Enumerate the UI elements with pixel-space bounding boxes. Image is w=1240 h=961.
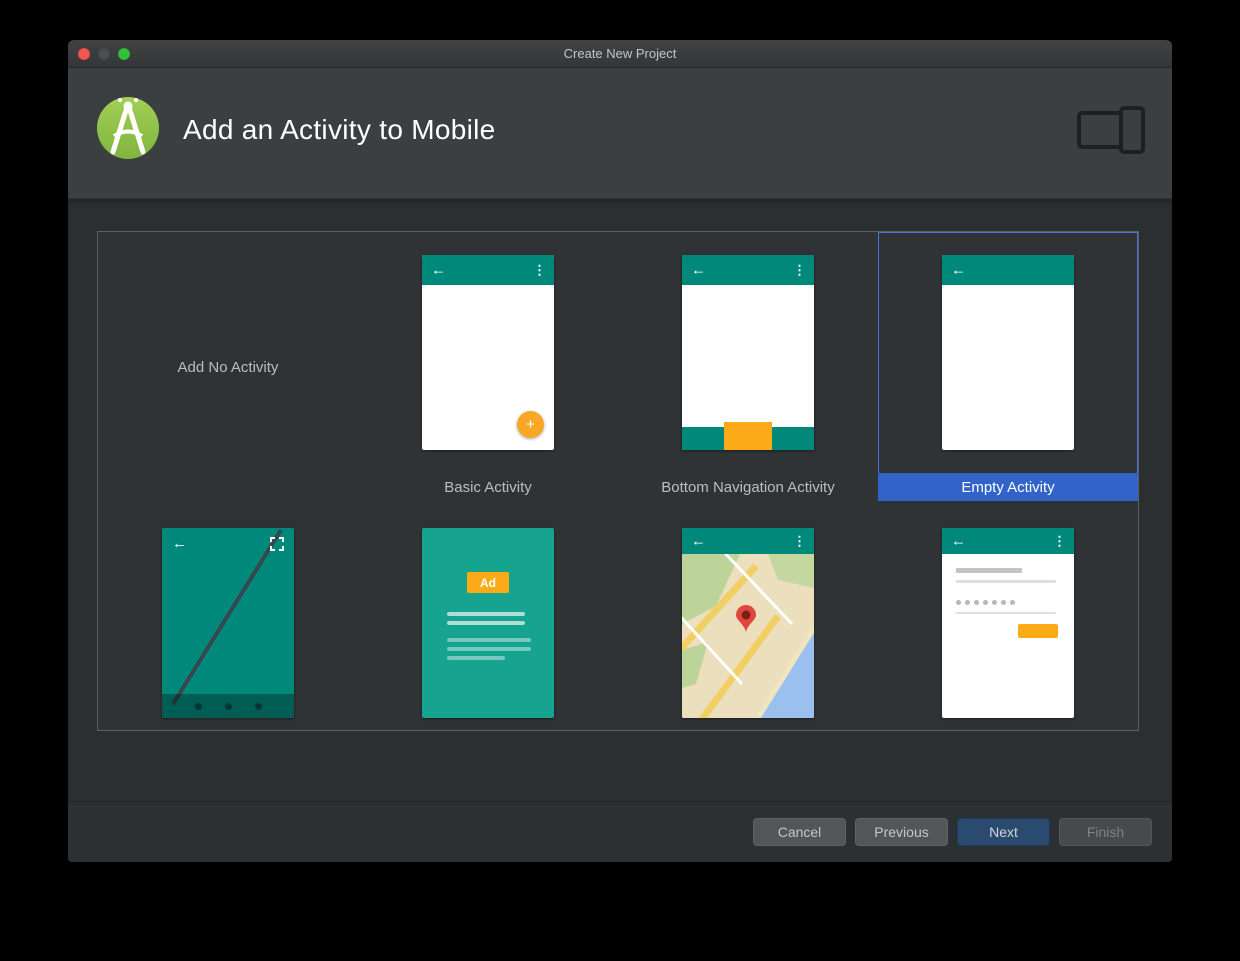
activity-gallery: Add No Activity ← ⋮ + Basic Activity bbox=[97, 231, 1139, 731]
nav-dot bbox=[255, 703, 262, 710]
thumb-system-navbar bbox=[162, 694, 294, 718]
placeholder-line bbox=[447, 656, 505, 660]
template-label: Basic Activity bbox=[444, 479, 532, 496]
nav-dot bbox=[225, 703, 232, 710]
close-window-button[interactable] bbox=[78, 48, 90, 60]
basic-activity-thumbnail: ← ⋮ + bbox=[422, 255, 554, 450]
placeholder-line bbox=[956, 612, 1056, 614]
nav-dot bbox=[195, 703, 202, 710]
fullscreen-activity-thumbnail: ← bbox=[162, 528, 294, 718]
placeholder-line bbox=[447, 647, 531, 651]
template-add-no-activity[interactable]: Add No Activity bbox=[98, 232, 358, 501]
placeholder-line bbox=[447, 612, 525, 616]
template-label: Add No Activity bbox=[178, 359, 279, 376]
overflow-menu-icon: ⋮ bbox=[1053, 535, 1066, 548]
window-title: Create New Project bbox=[564, 46, 677, 61]
next-button[interactable]: Next bbox=[957, 818, 1050, 846]
overflow-menu-icon: ⋮ bbox=[793, 264, 806, 277]
template-bottom-navigation-activity[interactable]: ← ⋮ Bottom Navigation Activity bbox=[618, 232, 878, 501]
thumb-appbar: ← ⋮ bbox=[682, 255, 814, 285]
template-empty-activity[interactable]: ← Empty Activity bbox=[878, 232, 1138, 501]
template-fullscreen-activity[interactable]: ← bbox=[98, 501, 358, 730]
mobile-tablet-icon bbox=[1076, 104, 1146, 156]
thumb-bottom-nav-selected-tab bbox=[724, 422, 772, 450]
template-google-maps-activity[interactable]: ← ⋮ bbox=[618, 501, 878, 730]
titlebar: Create New Project bbox=[68, 40, 1172, 68]
thumb-appbar: ← ⋮ bbox=[682, 528, 814, 554]
placeholder-line bbox=[956, 580, 1056, 583]
thumb-appbar: ← ⋮ bbox=[422, 255, 554, 285]
cancel-button[interactable]: Cancel bbox=[753, 818, 846, 846]
template-admob-ads-activity[interactable]: Ad bbox=[358, 501, 618, 730]
placeholder-line bbox=[956, 568, 1022, 573]
create-new-project-dialog: Create New Project Add an Activity to Mo… bbox=[68, 40, 1172, 862]
android-studio-logo-icon bbox=[95, 95, 161, 161]
overflow-menu-icon: ⋮ bbox=[793, 535, 806, 548]
thumb-appbar: ← ⋮ bbox=[942, 528, 1074, 554]
wizard-content: Add No Activity ← ⋮ + Basic Activity bbox=[68, 199, 1172, 801]
thumb-signin-button bbox=[1018, 624, 1058, 638]
back-arrow-icon: ← bbox=[172, 536, 187, 551]
template-basic-activity[interactable]: ← ⋮ + Basic Activity bbox=[358, 232, 618, 501]
back-arrow-icon: ← bbox=[691, 263, 706, 278]
maps-activity-thumbnail: ← ⋮ bbox=[682, 528, 814, 718]
password-dots bbox=[956, 600, 1015, 605]
template-label: Bottom Navigation Activity bbox=[661, 479, 834, 496]
diagonal-line bbox=[162, 528, 294, 718]
back-arrow-icon: ← bbox=[951, 534, 966, 549]
page-title: Add an Activity to Mobile bbox=[183, 114, 496, 146]
back-arrow-icon: ← bbox=[951, 263, 966, 278]
previous-button[interactable]: Previous bbox=[855, 818, 948, 846]
wizard-header: Add an Activity to Mobile bbox=[68, 68, 1172, 198]
selected-template-label: Empty Activity bbox=[878, 473, 1138, 501]
overflow-menu-icon: ⋮ bbox=[533, 264, 546, 277]
empty-activity-thumbnail: ← bbox=[942, 255, 1074, 450]
thumb-appbar: ← bbox=[942, 255, 1074, 285]
fab-plus-icon: + bbox=[517, 411, 544, 438]
window-controls bbox=[78, 48, 130, 60]
ad-badge: Ad bbox=[467, 572, 509, 593]
fullscreen-icon bbox=[270, 537, 284, 551]
back-arrow-icon: ← bbox=[691, 534, 706, 549]
back-arrow-icon: ← bbox=[431, 263, 446, 278]
login-activity-thumbnail: ← ⋮ bbox=[942, 528, 1074, 718]
map-graphic bbox=[682, 554, 814, 718]
minimize-window-button[interactable] bbox=[98, 48, 110, 60]
wizard-footer: Cancel Previous Next Finish bbox=[68, 801, 1172, 862]
admob-activity-thumbnail: Ad bbox=[422, 528, 554, 718]
template-login-activity[interactable]: ← ⋮ bbox=[878, 501, 1138, 730]
bottom-navigation-thumbnail: ← ⋮ bbox=[682, 255, 814, 450]
placeholder-line bbox=[447, 638, 531, 642]
zoom-window-button[interactable] bbox=[118, 48, 130, 60]
finish-button[interactable]: Finish bbox=[1059, 818, 1152, 846]
placeholder-line bbox=[447, 621, 525, 625]
